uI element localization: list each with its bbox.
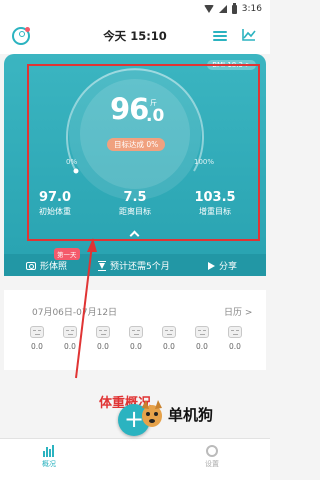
tab-overview[interactable]: 概况	[42, 445, 56, 469]
watermark-dog-logo	[142, 400, 162, 427]
bar-chart-icon	[43, 445, 55, 457]
gear-icon	[206, 445, 218, 457]
watermark-brand: 单机狗	[168, 406, 214, 424]
tab-settings[interactable]: 设置	[205, 445, 219, 469]
bottom-nav: 概况 设置	[0, 438, 270, 480]
tab-overview-label: 概况	[42, 460, 56, 468]
tab-settings-label: 设置	[205, 460, 219, 468]
